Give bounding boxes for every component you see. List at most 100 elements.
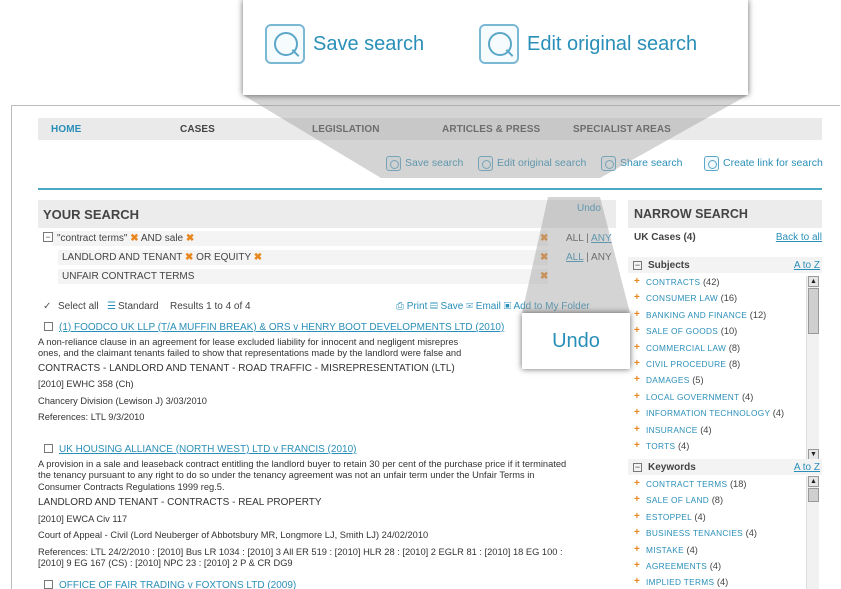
subject-item[interactable]: BANKING AND FINANCE (12) <box>628 309 806 326</box>
subject-label: CONSUMER LAW <box>646 293 718 304</box>
email-link[interactable]: Email <box>476 301 501 312</box>
keyword-count: (4) <box>709 560 722 571</box>
share-search-button[interactable]: Share search <box>601 154 682 172</box>
remove-term-icon[interactable]: ✖ <box>186 233 194 244</box>
any-option[interactable]: ANY <box>591 233 612 244</box>
scroll-thumb[interactable] <box>808 488 819 502</box>
all-option[interactable]: ALL <box>566 233 583 244</box>
remove-term-icon[interactable]: ✖ <box>185 252 193 263</box>
subject-count: (12) <box>749 309 767 320</box>
nav-specialist-areas[interactable]: SPECIALIST AREAS <box>573 124 671 135</box>
nav-legislation[interactable]: LEGISLATION <box>312 124 380 135</box>
scroll-up-icon[interactable]: ▲ <box>808 476 819 487</box>
keyword-item[interactable]: CONTRACT TERMS (18) <box>628 478 806 495</box>
subject-item[interactable]: INSURANCE (4) <box>628 423 806 441</box>
result-title-link[interactable]: OFFICE OF FAIR TRADING v FOXTONS LTD (20… <box>59 580 296 589</box>
result-summary: the tenancy pursuant to any right to do … <box>38 470 535 480</box>
subject-item[interactable]: COMMERCIAL LAW (8) <box>628 342 806 359</box>
keyword-count: (8) <box>711 495 724 506</box>
collapse-query-icon[interactable]: − <box>43 232 53 242</box>
remove-row-icon[interactable]: ✖ <box>540 233 548 244</box>
zoom-edit-search[interactable]: Edit original search <box>479 24 697 64</box>
save-icon[interactable]: ▤ <box>430 301 438 312</box>
remove-row-icon[interactable]: ✖ <box>540 252 548 263</box>
remove-term-icon[interactable]: ✖ <box>130 233 138 244</box>
collapse-subjects-icon[interactable]: − <box>633 261 642 270</box>
keyword-count: (4) <box>686 544 698 555</box>
subject-item[interactable]: TORTS (4) <box>628 440 806 457</box>
results-count: Results 1 to 4 of 4 <box>170 301 251 312</box>
result-checkbox[interactable] <box>44 444 53 453</box>
scroll-thumb[interactable] <box>808 288 819 334</box>
remove-term-icon[interactable]: ✖ <box>254 252 262 263</box>
result-references: References: LTL 9/3/2010 <box>38 412 145 422</box>
subject-item[interactable]: CIVIL PROCEDURE (8) <box>628 358 806 375</box>
keyword-count: (18) <box>729 479 747 489</box>
nav-cases[interactable]: CASES <box>180 124 215 135</box>
subject-item[interactable]: INFORMATION TECHNOLOGY (4) <box>628 407 806 424</box>
undo-link[interactable]: Undo <box>577 203 601 214</box>
save-search-label: Save search <box>405 157 464 169</box>
back-to-all-link[interactable]: Back to all <box>776 232 822 243</box>
subject-count: (8) <box>728 342 741 353</box>
result-checkbox[interactable] <box>44 580 53 589</box>
keywords-scrollbar[interactable]: ▲ <box>806 476 819 589</box>
subjects-scrollbar[interactable]: ▲ ▼ <box>806 276 819 460</box>
undo-zoom-callout: Undo <box>522 313 630 369</box>
email-icon[interactable]: ✉ <box>466 301 473 312</box>
subject-label: COMMERCIAL LAW <box>646 342 727 353</box>
folder-icon[interactable]: ▣ <box>504 301 512 312</box>
subject-count: (4) <box>700 424 712 435</box>
keyword-label: SALE OF LAND <box>646 495 710 506</box>
keyword-item[interactable]: IMPLIED TERMS (4) <box>628 576 806 589</box>
checkmark-icon[interactable]: ✓ <box>43 301 51 312</box>
add-to-folder-link[interactable]: Add to My Folder <box>513 301 589 312</box>
zoom-undo-label[interactable]: Undo <box>552 330 600 352</box>
subject-label: LOCAL GOVERNMENT <box>646 391 740 402</box>
save-search-icon <box>265 24 305 64</box>
edit-search-label: Edit original search <box>497 157 587 169</box>
save-search-button[interactable]: Save search <box>386 154 463 172</box>
subject-count: (4) <box>741 391 754 402</box>
all-option[interactable]: ALL <box>566 252 583 263</box>
edit-search-icon <box>478 155 493 171</box>
select-all-link[interactable]: Select all <box>58 301 99 312</box>
nav-articles-press[interactable]: ARTICLES & PRESS <box>442 124 540 135</box>
zoom-save-search[interactable]: Save search <box>265 24 424 64</box>
subject-item[interactable]: CONTRACTS (42) <box>628 276 806 293</box>
nav-home[interactable]: HOME <box>51 124 81 135</box>
result-checkbox[interactable] <box>44 322 53 331</box>
edit-original-search-button[interactable]: Edit original search <box>478 154 586 172</box>
print-icon[interactable]: ⎙ <box>396 301 404 312</box>
create-link-button[interactable]: Create link for search <box>704 154 823 172</box>
save-link[interactable]: Save <box>441 301 464 312</box>
keyword-item[interactable]: MISTAKE (4) <box>628 544 806 561</box>
keyword-item[interactable]: BUSINESS TENANCIES (4) <box>628 527 806 544</box>
list-view-icon[interactable]: ☰ <box>107 301 116 312</box>
subjects-a-to-z-link[interactable]: A to Z <box>794 260 820 271</box>
keywords-a-to-z-link[interactable]: A to Z <box>794 462 820 473</box>
print-link[interactable]: Print <box>407 301 428 312</box>
subject-item[interactable]: LOCAL GOVERNMENT (4) <box>628 391 806 408</box>
result-title-link[interactable]: UK HOUSING ALLIANCE (NORTH WEST) LTD v F… <box>59 444 356 455</box>
subject-count: (4) <box>772 408 785 419</box>
keyword-label: ESTOPPEL <box>646 511 692 522</box>
keyword-count: (4) <box>716 577 729 588</box>
subject-item[interactable]: DAMAGES (5) <box>628 374 806 391</box>
keyword-item[interactable]: SALE OF LAND (8) <box>628 494 806 511</box>
any-option[interactable]: ANY <box>591 252 612 263</box>
toolbar-zoom-callout: Save search Edit original search <box>243 0 748 95</box>
query-term: "contract terms" <box>57 233 128 244</box>
all-any-toggle-2: ALL | ANY <box>566 252 612 263</box>
subject-item[interactable]: CONSUMER LAW (16) <box>628 292 806 309</box>
result-references: [2010] 9 EG 167 (CS) : [2010] NPC 23 : [… <box>38 558 293 568</box>
share-search-icon <box>601 155 616 171</box>
scroll-up-icon[interactable]: ▲ <box>808 276 819 287</box>
keyword-item[interactable]: ESTOPPEL (4) <box>628 511 806 528</box>
keyword-item[interactable]: AGREEMENTS (4) <box>628 560 806 577</box>
collapse-keywords-icon[interactable]: − <box>633 463 642 472</box>
subject-item[interactable]: SALE OF GOODS (10) <box>628 325 806 342</box>
remove-row-icon[interactable]: ✖ <box>540 271 548 282</box>
standard-view-link[interactable]: Standard <box>118 301 159 312</box>
result-title-link[interactable]: (1) FOODCO UK LLP (T/A MUFFIN BREAK) & O… <box>59 322 504 333</box>
